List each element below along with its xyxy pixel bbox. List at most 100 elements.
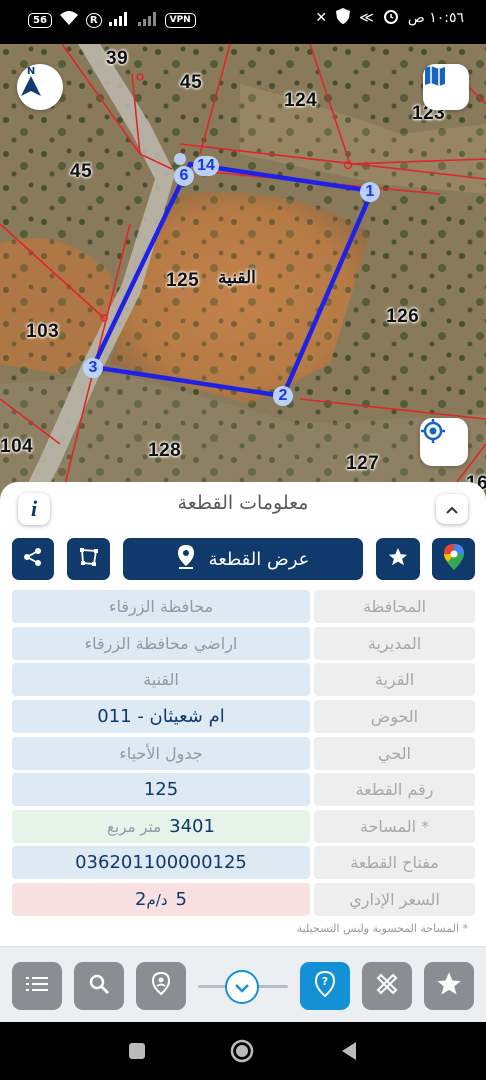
info-row-parcel-key: 036201100000125 مفتاح القطعة	[12, 846, 475, 879]
row-value: جدول الأحياء	[12, 737, 310, 770]
list-icon	[26, 976, 48, 996]
location-search-button[interactable]	[136, 962, 186, 1010]
row-value: 036201100000125	[12, 846, 310, 879]
area-footnote: * المساحة المحسوبة وليس التسجيلية	[296, 922, 468, 935]
home-icon[interactable]	[230, 1039, 254, 1067]
shield-icon	[336, 8, 351, 28]
row-label: المساحة *	[314, 810, 475, 843]
price-value: 5 د/م2	[12, 883, 310, 916]
tools-icon: ✕	[315, 10, 328, 26]
list-button[interactable]	[12, 962, 62, 1010]
svg-text:N: N	[27, 66, 35, 77]
row-value: القنية	[12, 663, 310, 696]
info-row-parcel-number: 125 رقم القطعة	[12, 773, 475, 806]
back-icon[interactable]	[340, 1041, 358, 1065]
row-label: السعر الإداري	[314, 883, 475, 916]
parcel-label: 39	[106, 48, 129, 69]
parcel-label: 124	[284, 90, 318, 111]
panel-toggle-knob[interactable]	[225, 970, 259, 1004]
info-row-neighborhood: جدول الأحياء الحي	[12, 737, 475, 770]
row-value: اراضي محافظة الزرقاء	[12, 627, 310, 660]
chevron-up-icon	[445, 500, 459, 519]
show-parcel-button[interactable]: عرض القطعة	[123, 538, 363, 580]
data-badge: 56	[28, 13, 52, 28]
search-icon	[88, 973, 110, 999]
corner-point[interactable]: 14	[193, 156, 219, 176]
corner-point[interactable]: 2	[273, 386, 293, 406]
price-unit: د/م	[146, 891, 168, 909]
area-number: 3401	[169, 816, 215, 837]
info-row-governorate: محافظة الزرقاء المحافظة	[12, 590, 475, 623]
corner-point[interactable]: 3	[83, 358, 103, 378]
share-icon	[22, 546, 44, 572]
panel-title: معلومات القطعة	[177, 492, 309, 514]
alarm-icon	[383, 8, 399, 28]
parcel-label: 126	[386, 306, 420, 327]
info-row-area: 3401 متر مربع المساحة *	[12, 810, 475, 843]
polygon-icon	[78, 546, 100, 572]
ruler-pencil-icon	[375, 972, 399, 1000]
map-layers-button[interactable]	[423, 64, 469, 110]
parcel-label: 45	[180, 72, 203, 93]
help-button[interactable]: ?	[300, 962, 350, 1010]
info-row-village: القنية القرية	[12, 663, 475, 696]
row-label: رقم القطعة	[314, 773, 475, 806]
parcel-label: 128	[148, 440, 182, 461]
row-label: المحافظة	[314, 590, 475, 623]
corner-point[interactable]: 1	[360, 182, 380, 202]
row-value: محافظة الزرقاء	[12, 590, 310, 623]
row-value: 125	[12, 773, 310, 806]
my-location-button[interactable]	[420, 418, 468, 466]
satellite-map[interactable]: 39 45 124 1 2 3 45 125 126 103 104 128 127…	[0, 44, 486, 504]
parcel-label: 103	[26, 321, 60, 342]
info-row-admin-price: 5 د/م2 السعر الإداري	[12, 883, 475, 916]
area-value: 3401 متر مربع	[12, 810, 310, 843]
info-row-directorate: اراضي محافظة الزرقاء المديرية	[12, 627, 475, 660]
star-icon	[387, 546, 409, 572]
svg-text:?: ?	[322, 975, 328, 988]
search-button[interactable]	[74, 962, 124, 1010]
wifi-icon	[59, 10, 79, 31]
row-label: الحوض	[314, 700, 475, 733]
price-number: 5	[175, 889, 187, 910]
row-value: ام شعيثان - 011	[12, 700, 310, 733]
row-label: القرية	[314, 663, 475, 696]
parcel-label: 104	[0, 436, 34, 457]
google-maps-button[interactable]	[432, 538, 475, 580]
village-label: القنية	[218, 268, 256, 287]
chevron-down-icon	[234, 978, 250, 997]
parcel-label: 45	[70, 161, 93, 182]
row-label: المديرية	[314, 627, 475, 660]
measure-tools-button[interactable]	[362, 962, 412, 1010]
price-unit-exponent: 2	[135, 889, 147, 910]
bottom-action-bar: ?	[0, 946, 486, 1022]
row-label: الحي	[314, 737, 475, 770]
recents-icon[interactable]	[128, 1042, 146, 1064]
vpn-badge: VPN	[164, 13, 196, 28]
compass-button[interactable]: N	[17, 64, 63, 110]
star-icon	[435, 970, 463, 1002]
roaming-badge: R	[85, 13, 102, 28]
help-pin-icon: ?	[314, 970, 336, 1001]
share-button[interactable]	[12, 538, 54, 580]
parcel-label: 127	[346, 453, 380, 474]
info-button[interactable]: i	[18, 493, 50, 525]
signal-icon	[108, 12, 131, 29]
favorite-button[interactable]	[376, 538, 420, 580]
vpn-key-icon: ≪	[359, 10, 374, 26]
signal-weak-icon	[137, 12, 158, 29]
clock: ١٠:٥٦ ص	[407, 10, 464, 26]
row-label: مفتاح القطعة	[314, 846, 475, 879]
parcel-label: 125	[166, 270, 200, 291]
polygon-button[interactable]	[67, 538, 110, 580]
google-maps-icon	[443, 544, 464, 574]
info-row-basin: ام شعيثان - 011 الحوض	[12, 700, 475, 733]
collapse-button[interactable]	[436, 494, 468, 524]
system-navigation-bar	[0, 1022, 486, 1080]
show-parcel-label: عرض القطعة	[208, 548, 310, 570]
area-unit: متر مربع	[107, 818, 162, 836]
map-pin-icon	[151, 971, 171, 1000]
favorites-tab-button[interactable]	[424, 962, 474, 1010]
corner-point[interactable]: 6	[174, 166, 194, 186]
location-pin-icon	[177, 544, 195, 574]
